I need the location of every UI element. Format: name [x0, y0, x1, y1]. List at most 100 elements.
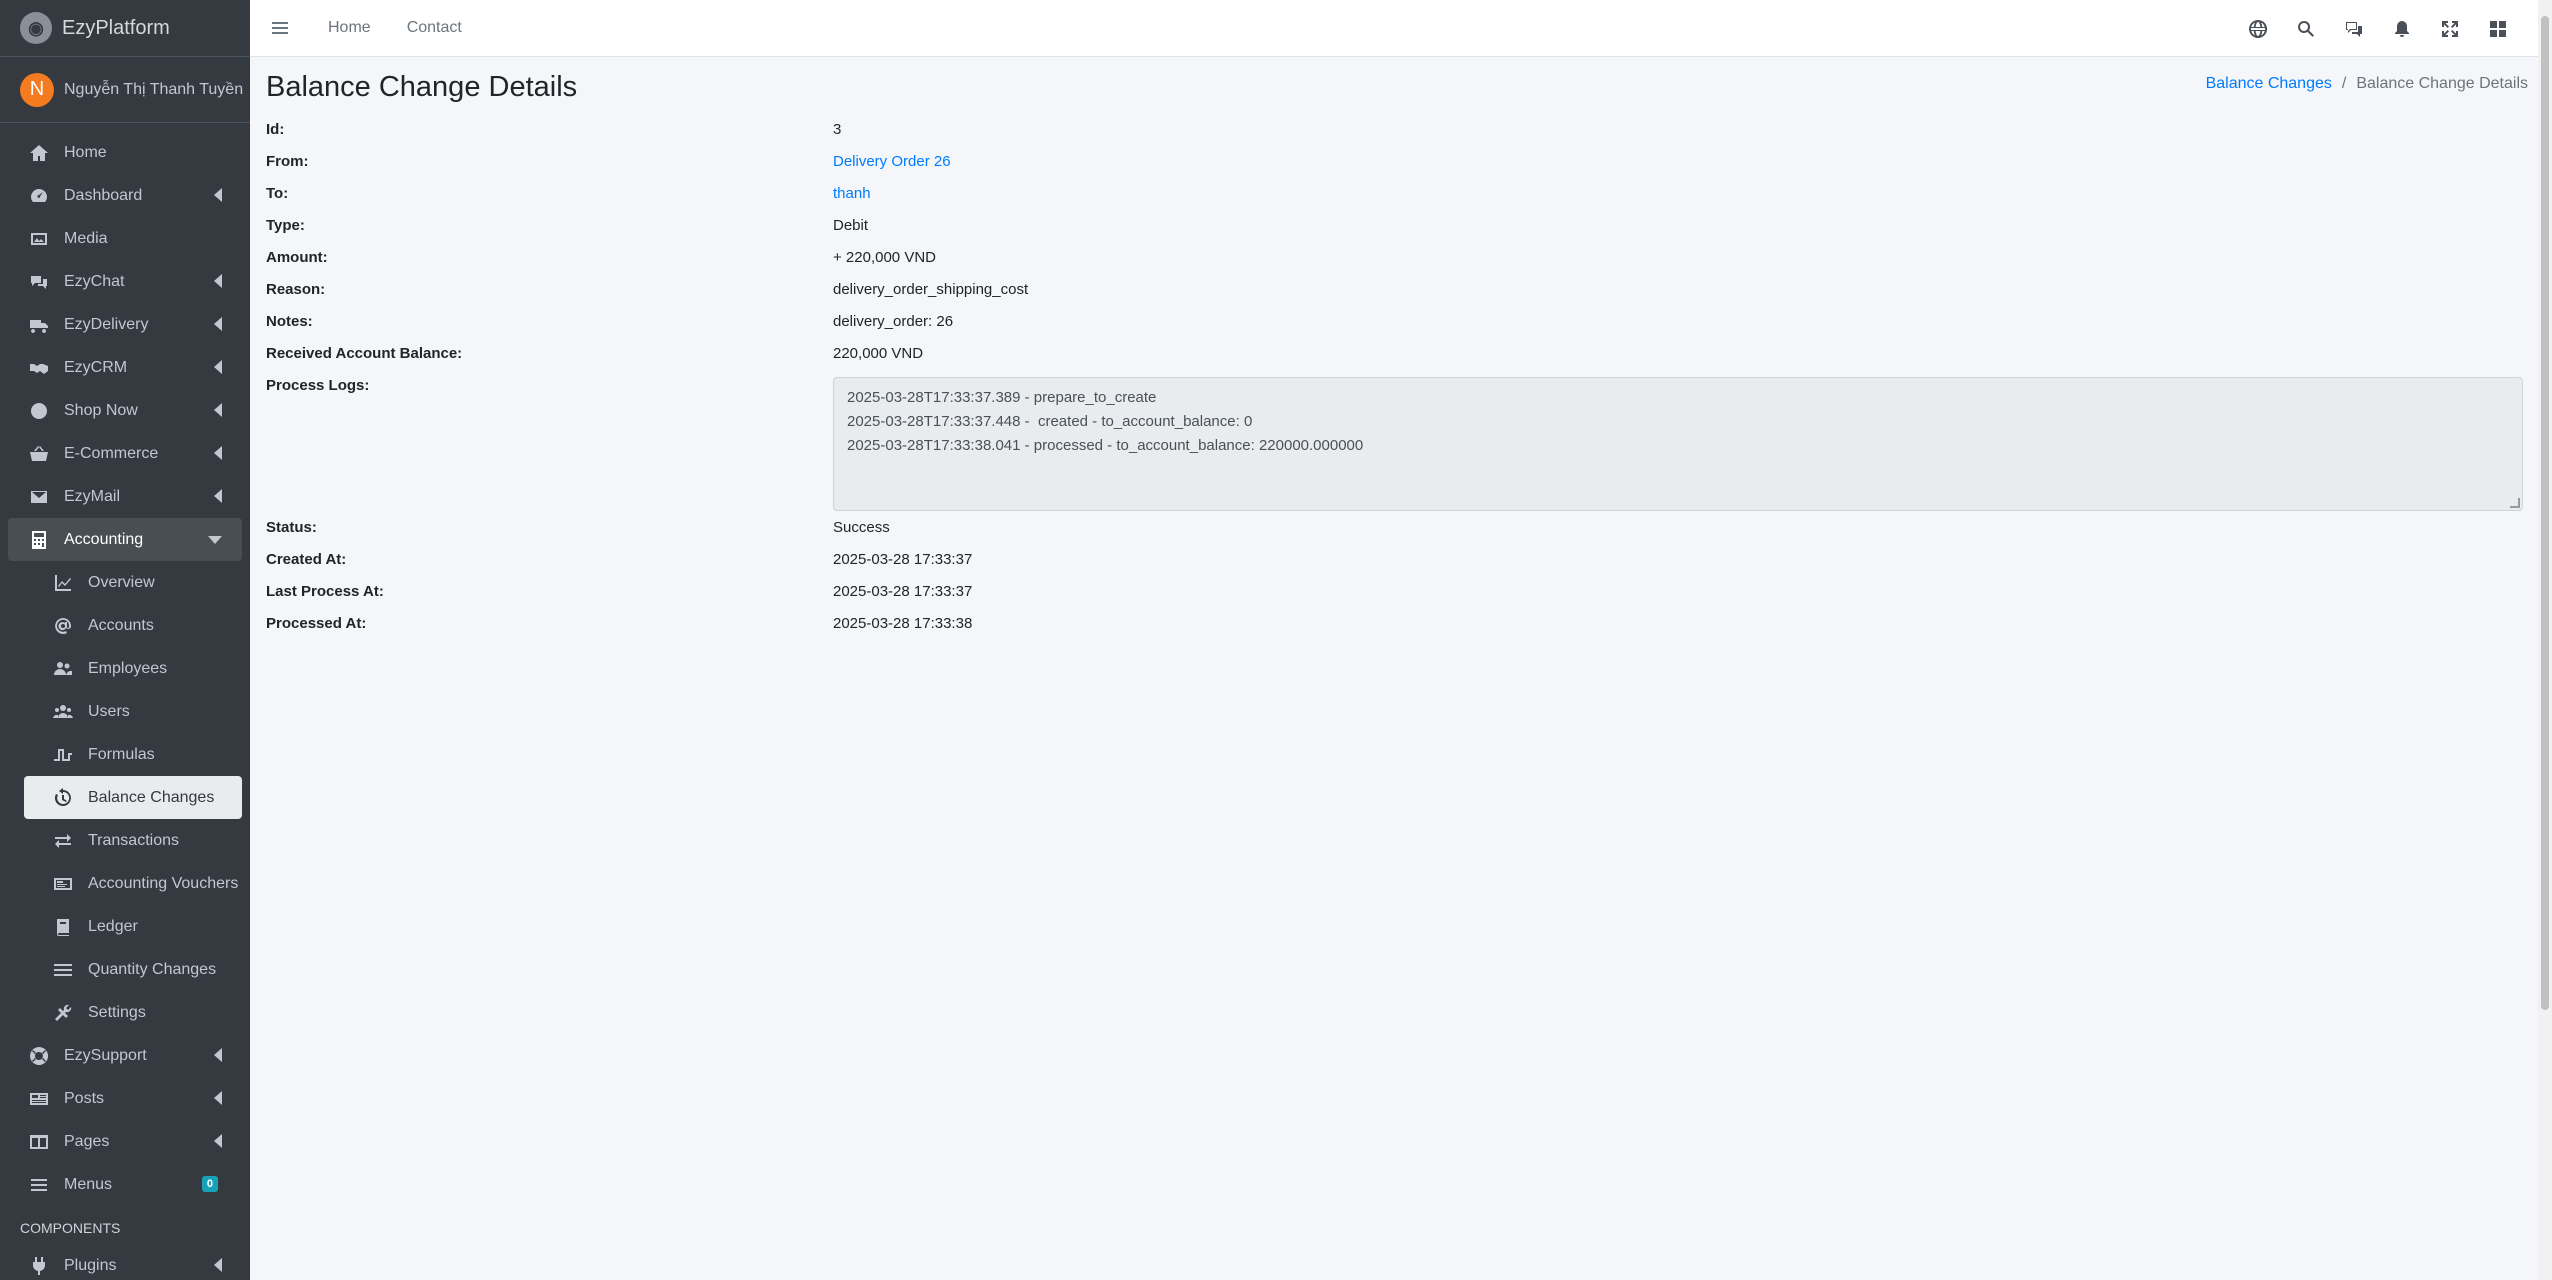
process-logs-textarea[interactable]: 2025-03-28T17:33:37.389 - prepare_to_cre… — [833, 377, 2523, 511]
detail-row-type: Type: Debit — [266, 209, 2528, 241]
envelope-icon — [26, 487, 52, 507]
sidebar-item-label: EzySupport — [64, 1046, 147, 1064]
log-line: 2025-03-28T17:33:38.041 - processed - to… — [847, 437, 1364, 454]
sidebar-item-users[interactable]: Users — [24, 690, 242, 733]
newspaper-icon — [26, 1089, 52, 1109]
sidebar-item-transactions[interactable]: Transactions — [24, 819, 242, 862]
detail-row-id: Id: 3 — [266, 113, 2528, 145]
sidebar-item-posts[interactable]: Posts — [8, 1077, 242, 1120]
sidebar-item-label: Shop Now — [64, 401, 138, 419]
sidebar-item-plugins[interactable]: Plugins — [8, 1244, 242, 1280]
messages-button[interactable] — [2330, 19, 2378, 39]
gauge-icon — [26, 186, 52, 206]
sidebar-item-menus[interactable]: Menus 0 — [8, 1163, 242, 1206]
sidebar-item-pages[interactable]: Pages — [8, 1120, 242, 1163]
sidebar-item-label: Pages — [64, 1132, 110, 1150]
sidebar-item-formulas[interactable]: Formulas — [24, 733, 242, 776]
globe-icon — [2249, 19, 2268, 38]
home-icon — [26, 143, 52, 163]
sidebar-item-quantity-changes[interactable]: Quantity Changes — [24, 948, 242, 991]
detail-value: + 220,000 VND — [833, 249, 936, 266]
sidebar-item-media[interactable]: Media — [8, 217, 242, 260]
sidebar-item-label: EzyDelivery — [64, 315, 149, 333]
scrollbar-thumb[interactable] — [2541, 16, 2549, 1010]
sidebar-item-shopnow[interactable]: Shop Now — [8, 389, 242, 432]
sidebar: ◉ EzyPlatform N Nguyễn Thị Thanh Tuyền H… — [0, 0, 250, 1280]
menus-count-badge: 0 — [201, 1176, 218, 1192]
sidebar-item-home[interactable]: Home — [8, 131, 242, 174]
exchange-icon — [50, 831, 76, 851]
sidebar-item-label: Balance Changes — [88, 788, 215, 806]
resize-handle[interactable] — [2510, 498, 2520, 508]
sidebar-item-ezycrm[interactable]: EzyCRM — [8, 346, 242, 389]
calculator-icon — [26, 530, 52, 550]
chevron-left-icon — [214, 1134, 222, 1148]
breadcrumb-link-balance-changes[interactable]: Balance Changes — [2206, 75, 2332, 92]
sidebar-item-ezymail[interactable]: EzyMail — [8, 475, 242, 518]
sidebar-item-label: Users — [88, 702, 130, 720]
chevron-left-icon — [214, 403, 222, 417]
sidebar-item-overview[interactable]: Overview — [24, 561, 242, 604]
nav-link-contact[interactable]: Contact — [389, 19, 480, 37]
fullscreen-button[interactable] — [2426, 19, 2474, 39]
sidebar-item-accounting-vouchers[interactable]: Accounting Vouchers — [24, 862, 242, 905]
detail-row-processed-at: Processed At: 2025-03-28 17:33:38 — [266, 607, 2528, 639]
sidebar-item-label: Posts — [64, 1089, 105, 1107]
search-icon — [2298, 20, 2314, 37]
sidebar-item-balance-changes[interactable]: Balance Changes — [24, 776, 242, 819]
brand-logo-icon: ◉ — [20, 12, 52, 44]
sidebar-item-accounts[interactable]: Accounts — [24, 604, 242, 647]
detail-label: Reason: — [266, 281, 326, 298]
detail-value: 2025-03-28 17:33:37 — [833, 583, 973, 600]
sidebar-item-ezydelivery[interactable]: EzyDelivery — [8, 303, 242, 346]
sidebar-item-employees[interactable]: Employees — [24, 647, 242, 690]
sidebar-item-label: Quantity Changes — [88, 960, 217, 978]
menu-toggle-button[interactable] — [250, 18, 310, 38]
details-list: Id: 3 From: Delivery Order 26 To: thanh … — [266, 113, 2528, 639]
sidebar-item-ecommerce[interactable]: E-Commerce — [8, 432, 242, 475]
from-link[interactable]: Delivery Order 26 — [833, 153, 2528, 170]
detail-row-received-balance: Received Account Balance: 220,000 VND — [266, 337, 2528, 369]
notifications-button[interactable] — [2378, 19, 2426, 39]
detail-label: Status: — [266, 519, 317, 536]
nav-link-home[interactable]: Home — [310, 19, 389, 37]
search-button[interactable] — [2282, 19, 2330, 39]
sidebar-item-ezysupport[interactable]: EzySupport — [8, 1034, 242, 1077]
user-panel[interactable]: N Nguyễn Thị Thanh Tuyền — [0, 57, 250, 123]
handshake-icon — [26, 358, 52, 378]
sidebar-item-ledger[interactable]: Ledger — [24, 905, 242, 948]
detail-label: Received Account Balance: — [266, 345, 463, 362]
sidebar-item-accounting[interactable]: Accounting — [8, 518, 242, 561]
to-link[interactable]: thanh — [833, 185, 2528, 202]
sidebar-item-label: Dashboard — [64, 186, 143, 204]
apps-button[interactable] — [2474, 19, 2522, 39]
detail-label: Amount: — [266, 249, 328, 266]
sidebar-nav: Home Dashboard Media EzyChat EzyDelivery… — [0, 123, 250, 1280]
sidebar-item-label: E-Commerce — [64, 444, 159, 462]
nav-section-header: COMPONENTS — [20, 1220, 121, 1236]
brand-link[interactable]: ◉ EzyPlatform — [0, 0, 250, 57]
detail-value: delivery_order: 26 — [833, 313, 954, 330]
page-scrollbar[interactable] — [2538, 0, 2552, 1280]
chevron-left-icon — [214, 188, 222, 202]
sidebar-item-label: Settings — [88, 1003, 146, 1021]
detail-label: Process Logs: — [266, 377, 370, 394]
bars-icon — [272, 22, 288, 34]
layers-icon — [50, 960, 76, 980]
detail-row-last-process-at: Last Process At: 2025-03-28 17:33:37 — [266, 575, 2528, 607]
chevron-left-icon — [214, 317, 222, 331]
sidebar-item-label: Home — [64, 143, 107, 161]
sidebar-item-ezychat[interactable]: EzyChat — [8, 260, 242, 303]
language-button[interactable] — [2234, 19, 2282, 39]
detail-value: 220,000 VND — [833, 345, 924, 362]
sidebar-item-label: Employees — [88, 659, 168, 677]
log-line: 2025-03-28T17:33:37.389 - prepare_to_cre… — [847, 389, 1157, 406]
sidebar-item-label: Overview — [88, 573, 155, 591]
sidebar-item-settings[interactable]: Settings — [24, 991, 242, 1034]
detail-row-from: From: Delivery Order 26 — [266, 145, 2528, 177]
tools-icon — [50, 1003, 76, 1023]
sidebar-item-label: EzyCRM — [64, 358, 128, 376]
sidebar-item-dashboard[interactable]: Dashboard — [8, 174, 242, 217]
sidebar-item-label: Formulas — [88, 745, 155, 763]
breadcrumb: Balance Changes / Balance Change Details — [2206, 75, 2528, 93]
